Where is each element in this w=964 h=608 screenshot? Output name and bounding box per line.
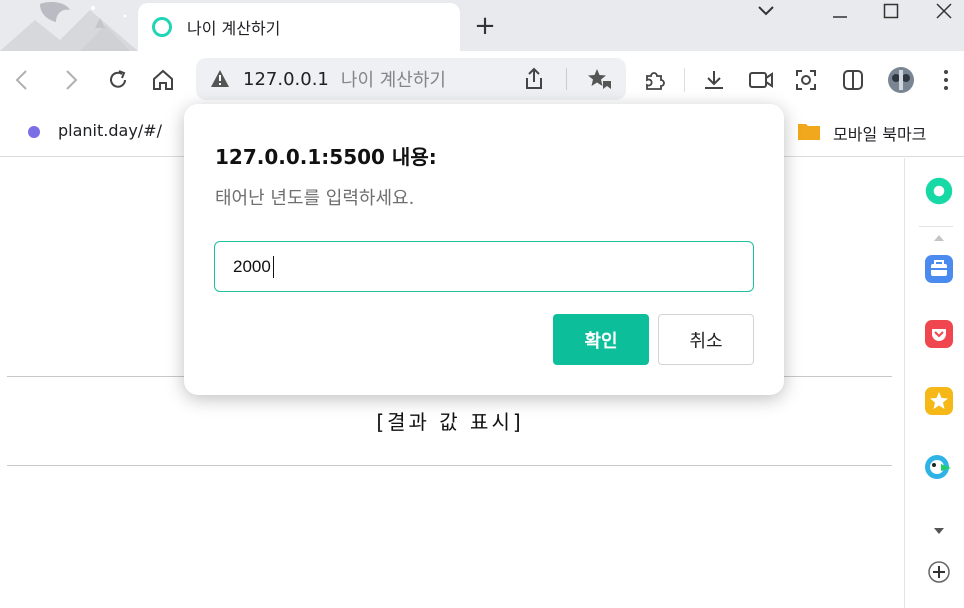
- tab-search-chevron-icon[interactable]: [746, 0, 786, 22]
- bookmark-favicon-icon: [28, 126, 40, 138]
- reload-icon[interactable]: [103, 65, 133, 95]
- back-icon[interactable]: [7, 65, 37, 95]
- share-icon[interactable]: [523, 67, 545, 95]
- close-button[interactable]: [924, 0, 964, 22]
- screenshot-icon[interactable]: [791, 65, 821, 95]
- toolbox-icon[interactable]: [924, 254, 954, 284]
- warning-icon[interactable]: [210, 69, 230, 92]
- more-icon[interactable]: [931, 65, 961, 95]
- text-cursor: [273, 256, 274, 278]
- url-host: 127.0.0.1: [243, 68, 329, 90]
- split-view-icon[interactable]: [838, 65, 868, 95]
- video-icon[interactable]: [746, 65, 776, 95]
- theme-decoration: [0, 0, 138, 51]
- dialog-title: 127.0.0.1:5500 내용:: [215, 145, 437, 169]
- scroll-down-icon[interactable]: [924, 524, 954, 538]
- ok-button[interactable]: 확인: [553, 314, 649, 365]
- maximize-button[interactable]: [871, 0, 911, 22]
- prompt-dialog: 127.0.0.1:5500 내용: 태어난 년도를 입력하세요. 확인 취소: [184, 104, 784, 395]
- add-icon[interactable]: [924, 557, 954, 587]
- folder-icon[interactable]: [797, 121, 821, 141]
- new-tab-button[interactable]: +: [471, 12, 499, 40]
- whale-icon[interactable]: [924, 176, 954, 206]
- bookmark-star-icon[interactable]: [924, 386, 954, 416]
- omnibox-divider: [566, 68, 567, 90]
- profile-icon[interactable]: [886, 65, 916, 95]
- url-page-title: 나이 계산하기: [340, 70, 446, 91]
- papago-icon[interactable]: [924, 452, 954, 482]
- address-bar[interactable]: 127.0.0.1 나이 계산하기: [196, 58, 626, 100]
- active-tab[interactable]: 나이 계산하기: [138, 3, 460, 51]
- toolbar: 127.0.0.1 나이 계산하기: [0, 51, 964, 107]
- extensions-icon[interactable]: [639, 65, 669, 95]
- tab-strip: 나이 계산하기 +: [0, 0, 964, 51]
- home-icon[interactable]: [148, 65, 178, 95]
- bookmark-item[interactable]: planit.day/#/: [58, 121, 162, 140]
- tab-title: 나이 계산하기: [187, 19, 281, 38]
- birth-year-input[interactable]: [214, 241, 754, 292]
- tab-favicon-icon: [152, 17, 172, 37]
- forward-icon[interactable]: [56, 65, 86, 95]
- cancel-button[interactable]: 취소: [658, 314, 754, 365]
- pocket-icon[interactable]: [924, 319, 954, 349]
- favorites-icon[interactable]: [587, 67, 613, 95]
- scroll-up-icon[interactable]: [924, 231, 954, 245]
- divider-bottom: [7, 465, 892, 466]
- result-text: [결과 값 표시]: [376, 410, 524, 434]
- side-panel-divider: [919, 226, 953, 227]
- dialog-message: 태어난 년도를 입력하세요.: [215, 188, 415, 209]
- toolbar-divider: [684, 68, 685, 92]
- download-icon[interactable]: [699, 65, 729, 95]
- mobile-bookmarks-folder[interactable]: 모바일 북마크: [833, 121, 926, 145]
- minimize-button[interactable]: [820, 0, 860, 22]
- side-panel: [904, 158, 964, 608]
